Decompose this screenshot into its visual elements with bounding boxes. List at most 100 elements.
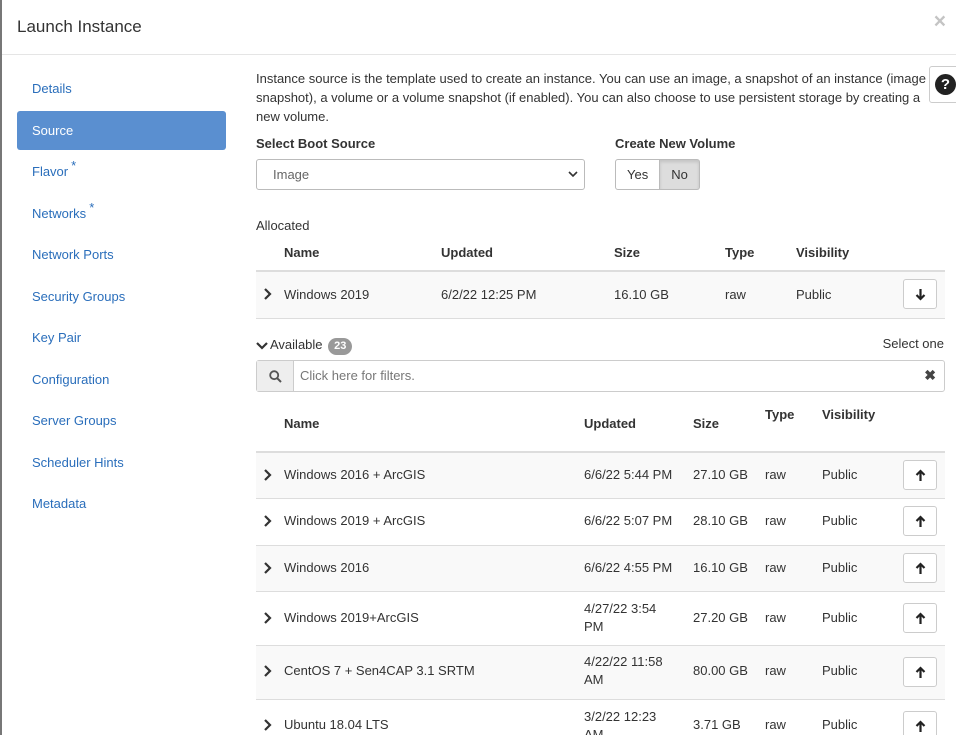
table-row: CentOS 7 + Sen4CAP 3.1 SRTM 4/22/22 11:5… [256,646,945,699]
row-updated: 4/27/22 3:54 [584,601,657,616]
nav-item-key-pair[interactable]: Key Pair [17,318,226,357]
row-type: raw [725,287,746,302]
help-button[interactable]: ? [929,66,956,103]
nav-label: Details [32,81,72,96]
available-toggle[interactable]: Available 23 [256,337,353,355]
nav-label: Configuration [32,371,110,387]
allocate-button[interactable] [903,506,937,536]
col-header-visibility[interactable]: Visibility [822,407,875,422]
col-header-size[interactable]: Size [614,245,640,260]
chevron-right-icon[interactable] [263,515,272,527]
available-count-badge: 23 [328,338,353,355]
boot-source-select[interactable]: Image [256,159,585,190]
arrow-up-icon [915,469,926,481]
search-addon [257,361,294,391]
row-updated: 6/6/22 5:07 PM [584,513,673,528]
filter-input[interactable]: Click here for filters. [300,368,415,383]
chevron-down-icon [568,160,578,201]
new-volume-toggle: Yes No [615,159,700,190]
nav-item-networks[interactable]: Networks * [17,194,226,233]
new-volume-no-button[interactable]: No [660,159,700,190]
nav-item-configuration[interactable]: Configuration [17,360,226,399]
row-size: 16.10 GB [614,287,669,302]
deallocate-button[interactable] [903,279,937,309]
available-label: Available [270,337,323,352]
modal-title: Launch Instance [17,17,142,36]
chevron-right-icon[interactable] [263,665,272,677]
arrow-up-icon [915,666,926,678]
nav-item-network-ports[interactable]: Network Ports [17,235,226,274]
col-header-type[interactable]: Type [765,407,794,422]
row-updated: 4/22/22 11:58 [584,654,663,669]
new-volume-yes-button[interactable]: Yes [615,159,661,190]
col-header-visibility[interactable]: Visibility [796,245,849,260]
divider [256,318,945,319]
row-name: Windows 2019 [284,287,370,302]
row-updated: 6/2/22 12:25 PM [441,287,537,302]
table-row: Ubuntu 18.04 LTS 3/2/22 12:23 AM 3.71 GB… [256,700,945,735]
arrow-up-icon [915,612,926,624]
arrow-up-icon [915,562,926,574]
allocate-button[interactable] [903,657,937,687]
row-visibility: Public [822,513,858,528]
chevron-right-icon[interactable] [263,612,272,624]
nav-item-source[interactable]: Source [17,110,226,150]
row-size: 16.10 GB [693,560,748,575]
search-icon [269,370,282,383]
select-one-hint: Select one [882,336,944,351]
col-header-updated[interactable]: Updated [584,416,636,431]
allocate-button[interactable] [903,603,937,633]
allocate-button[interactable] [903,711,937,735]
row-name: Ubuntu 18.04 LTS [284,717,389,732]
nav-item-metadata[interactable]: Metadata [17,484,226,523]
nav-label: Source [32,122,74,138]
boot-source-value: Image [273,167,310,182]
chevron-right-icon[interactable] [263,562,272,574]
clear-filter-icon[interactable]: ✖ [924,367,936,384]
col-header-name[interactable]: Name [284,416,319,431]
nav-label: Scheduler Hints [32,454,124,470]
row-type: raw [765,513,786,528]
table-row: Windows 2019 6/2/22 12:25 PM 16.10 GB ra… [256,272,945,318]
row-size: 28.10 GB [693,513,748,528]
row-size: 27.10 GB [693,467,748,482]
row-updated-cont: PM [584,619,604,634]
chevron-right-icon[interactable] [263,469,272,481]
chevron-right-icon[interactable] [263,288,272,300]
row-name: CentOS 7 + Sen4CAP 3.1 SRTM [284,663,475,678]
row-visibility: Public [822,663,858,678]
row-size: 27.20 GB [693,610,748,625]
col-header-name[interactable]: Name [284,245,319,260]
nav-label: Networks [32,205,87,221]
row-type: raw [765,610,786,625]
nav-item-security-groups[interactable]: Security Groups [17,277,226,316]
row-type: raw [765,717,786,732]
arrow-up-icon [915,515,926,527]
table-row: Windows 2016 + ArcGIS 6/6/22 5:44 PM 27.… [256,453,945,498]
row-updated-cont: AM [584,727,604,735]
nav-item-flavor[interactable]: Flavor * [17,152,226,191]
allocate-button[interactable] [903,553,937,583]
nav-label: Security Groups [32,288,126,304]
source-help-text: Instance source is the template used to … [256,71,926,124]
nav-item-details[interactable]: Details [17,69,226,108]
row-type: raw [765,560,786,575]
chevron-right-icon[interactable] [263,719,272,731]
window-edge [0,0,2,735]
row-updated: 6/6/22 4:55 PM [584,560,673,575]
col-header-size[interactable]: Size [693,416,719,431]
col-header-type[interactable]: Type [725,245,754,260]
col-header-updated[interactable]: Updated [441,245,493,260]
row-updated: 3/2/22 12:23 [584,709,657,724]
filter-search-bar[interactable]: Click here for filters. ✖ [256,360,945,392]
allocate-button[interactable] [903,460,937,490]
row-visibility: Public [822,467,858,482]
nav-item-scheduler-hints[interactable]: Scheduler Hints [17,443,226,482]
row-visibility: Public [822,717,858,732]
row-size: 80.00 GB [693,663,748,678]
row-visibility: Public [822,560,858,575]
nav-item-server-groups[interactable]: Server Groups [17,401,226,440]
required-marker: * [71,158,77,173]
chevron-down-icon [256,341,268,350]
row-updated-cont: AM [584,672,604,687]
